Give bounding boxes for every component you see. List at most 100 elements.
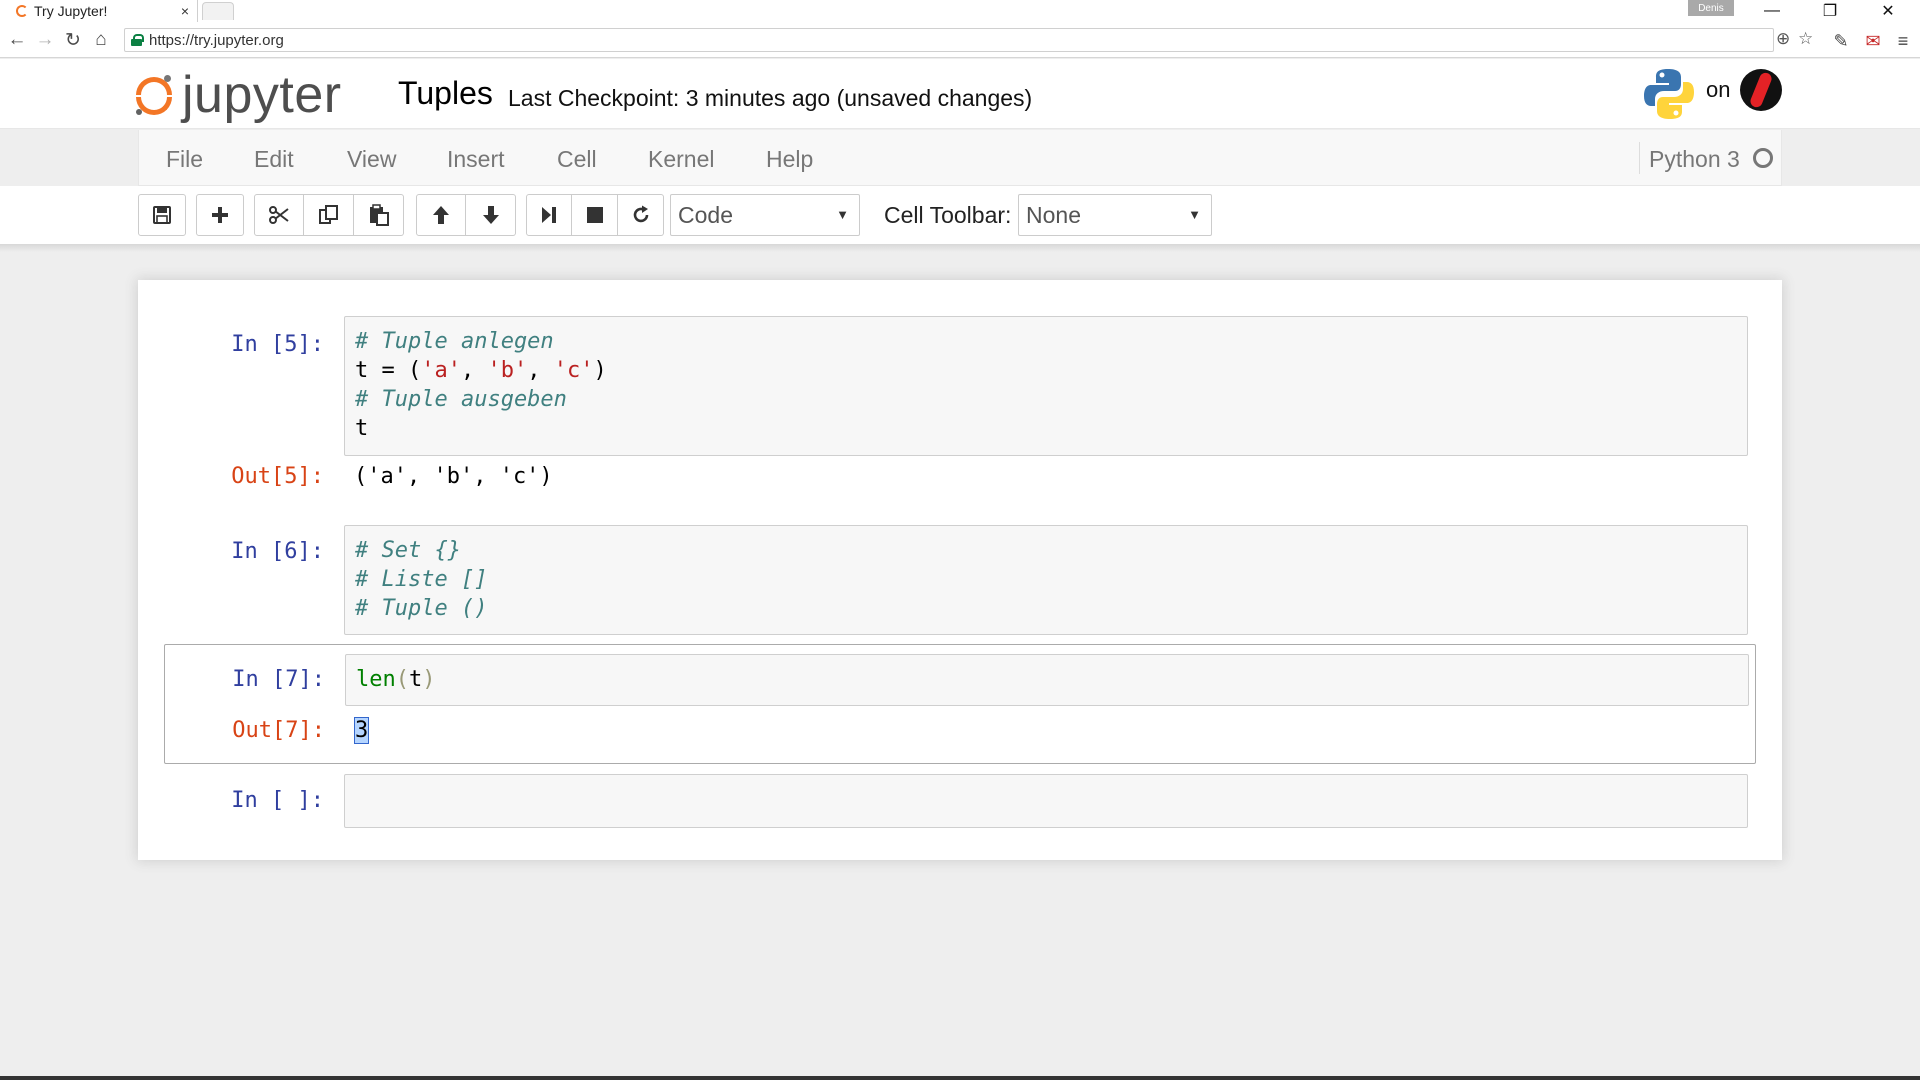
paste-button[interactable] [354, 194, 404, 236]
arrow-down-icon [482, 206, 499, 224]
jupyter-header: jupyter Tuples Last Checkpoint: 3 minute… [0, 59, 1920, 129]
zoom-icon[interactable]: ⊕ [1776, 29, 1790, 49]
selected-output-text[interactable]: 3 [353, 717, 370, 744]
menu-file[interactable]: File [166, 146, 203, 173]
browser-tab-bar: Try Jupyter! × Denis — ❐ ✕ [0, 0, 1920, 22]
arrow-up-icon [433, 206, 449, 224]
code-input[interactable]: # Tuple anlegen t = ('a', 'b', 'c') # Tu… [344, 316, 1748, 456]
tab-title: Try Jupyter! [34, 3, 108, 19]
code-cell-6[interactable]: In [6]: # Set {} # Liste [] # Tuple () [164, 525, 1756, 635]
code-comment: # Liste [] [355, 567, 488, 592]
cell-type-caret-icon: ▼ [836, 207, 849, 222]
move-down-button[interactable] [466, 194, 516, 236]
code-string: 'a' [421, 358, 461, 383]
notebook-name[interactable]: Tuples [398, 75, 493, 112]
minimize-button[interactable]: — [1748, 0, 1796, 22]
code-cell-5[interactable]: In [5]: # Tuple anlegen t = ('a', 'b', '… [164, 316, 1756, 489]
save-icon [153, 206, 171, 224]
menu-kernel[interactable]: Kernel [648, 146, 714, 173]
code-comment: # Tuple () [355, 596, 488, 621]
cut-button[interactable] [254, 194, 304, 236]
code-builtin: len [356, 667, 396, 692]
menu-edit[interactable]: Edit [254, 146, 294, 173]
code-comment: # Set {} [355, 538, 461, 563]
in-prompt: In [5]: [231, 332, 324, 357]
lock-icon [131, 34, 144, 46]
cell-output: ('a', 'b', 'c') [354, 464, 553, 489]
jupyter-logo-text: jupyter [182, 66, 342, 124]
run-cell-button[interactable] [526, 194, 572, 236]
in-prompt: In [7]: [232, 667, 325, 692]
cell-toolbar-caret-icon: ▼ [1188, 207, 1201, 222]
save-button[interactable] [138, 194, 186, 236]
copy-icon [318, 205, 338, 224]
code-string: 'b' [487, 358, 528, 383]
menu-help[interactable]: Help [766, 146, 813, 173]
code-text: ) [593, 358, 607, 383]
close-window-button[interactable]: ✕ [1864, 0, 1912, 22]
cell-toolbar-label: Cell Toolbar: [884, 202, 1012, 228]
plus-icon [212, 207, 228, 223]
window-bottom-border [0, 1076, 1920, 1080]
on-label: on [1706, 77, 1731, 102]
tab-close-icon[interactable]: × [181, 3, 189, 19]
url-text: https://try.jupyter.org [149, 31, 284, 49]
home-icon[interactable]: ⌂ [88, 28, 114, 52]
in-prompt: In [6]: [231, 539, 324, 564]
copy-button[interactable] [304, 194, 354, 236]
cell-toolbar-select[interactable]: None ▼ [1018, 194, 1212, 236]
code-input[interactable]: # Set {} # Liste [] # Tuple () [344, 525, 1748, 635]
browser-toolbar: ← → ↻ ⌂ https://try.jupyter.org ⊕ ☆ ✎ ✉ … [0, 22, 1920, 58]
new-tab-button[interactable] [202, 2, 234, 20]
jupyter-logo-icon [136, 75, 172, 115]
cell-type-select[interactable]: Code ▼ [670, 194, 860, 236]
profile-badge[interactable]: Denis [1688, 0, 1734, 16]
menu-insert[interactable]: Insert [447, 146, 505, 173]
bookmark-star-icon[interactable]: ☆ [1798, 29, 1813, 49]
notebook-container: In [5]: # Tuple anlegen t = ('a', 'b', '… [138, 280, 1782, 860]
kernel-name: Python 3 [1649, 146, 1740, 172]
notebook-toolbar: Code ▼ Cell Toolbar: None ▼ [0, 186, 1920, 246]
url-bar[interactable]: https://try.jupyter.org [124, 28, 1774, 52]
restart-icon [633, 205, 648, 223]
jupyter-logo[interactable]: jupyter [136, 65, 342, 125]
code-cell-empty[interactable]: In [ ]: [164, 774, 1756, 828]
code-input[interactable]: len(t) [345, 654, 1749, 706]
code-input[interactable] [344, 774, 1748, 828]
move-up-button[interactable] [416, 194, 466, 236]
code-string: 'c' [553, 358, 594, 383]
forward-arrow-icon[interactable]: → [32, 28, 58, 52]
menu-view[interactable]: View [347, 146, 396, 173]
cell-type-value: Code [678, 201, 733, 228]
browser-tab[interactable]: Try Jupyter! × [4, 0, 198, 22]
insert-cell-button[interactable] [196, 194, 244, 236]
rackspace-logo-icon [1740, 69, 1782, 111]
menu-cell[interactable]: Cell [557, 146, 597, 173]
gmail-extension-icon[interactable]: ✉ [1862, 30, 1884, 52]
code-cell-7-selected[interactable]: In [7]: len(t) Out[7]: 3 [164, 644, 1756, 764]
code-comment: # Tuple anlegen [355, 329, 554, 354]
kernel-separator [1639, 142, 1640, 174]
reload-icon[interactable]: ↻ [60, 28, 86, 52]
in-prompt: In [ ]: [231, 788, 324, 813]
stop-icon [586, 207, 603, 223]
out-prompt: Out[7]: [232, 718, 325, 743]
back-arrow-icon[interactable]: ← [4, 28, 30, 52]
interrupt-kernel-button[interactable] [572, 194, 618, 236]
code-bracket: ( [395, 667, 409, 692]
run-next-icon [542, 207, 556, 223]
loading-spinner-icon [16, 5, 28, 17]
kernel-idle-indicator-icon [1753, 148, 1773, 168]
restart-kernel-button[interactable] [618, 194, 664, 236]
code-text: , [527, 358, 554, 383]
paste-icon [369, 204, 389, 226]
checkpoint-status: Last Checkpoint: 3 minutes ago (unsaved … [508, 85, 1033, 111]
restore-button[interactable]: ❐ [1806, 0, 1854, 22]
browser-menu-icon[interactable]: ≡ [1892, 30, 1914, 52]
code-comment: # Tuple ausgeben [355, 387, 567, 412]
extension-pen-icon[interactable]: ✎ [1830, 30, 1852, 52]
toolbar-shadow [0, 244, 1920, 252]
out-prompt: Out[5]: [231, 464, 324, 489]
cell-toolbar-value: None [1026, 201, 1081, 228]
code-text: t [409, 667, 423, 692]
